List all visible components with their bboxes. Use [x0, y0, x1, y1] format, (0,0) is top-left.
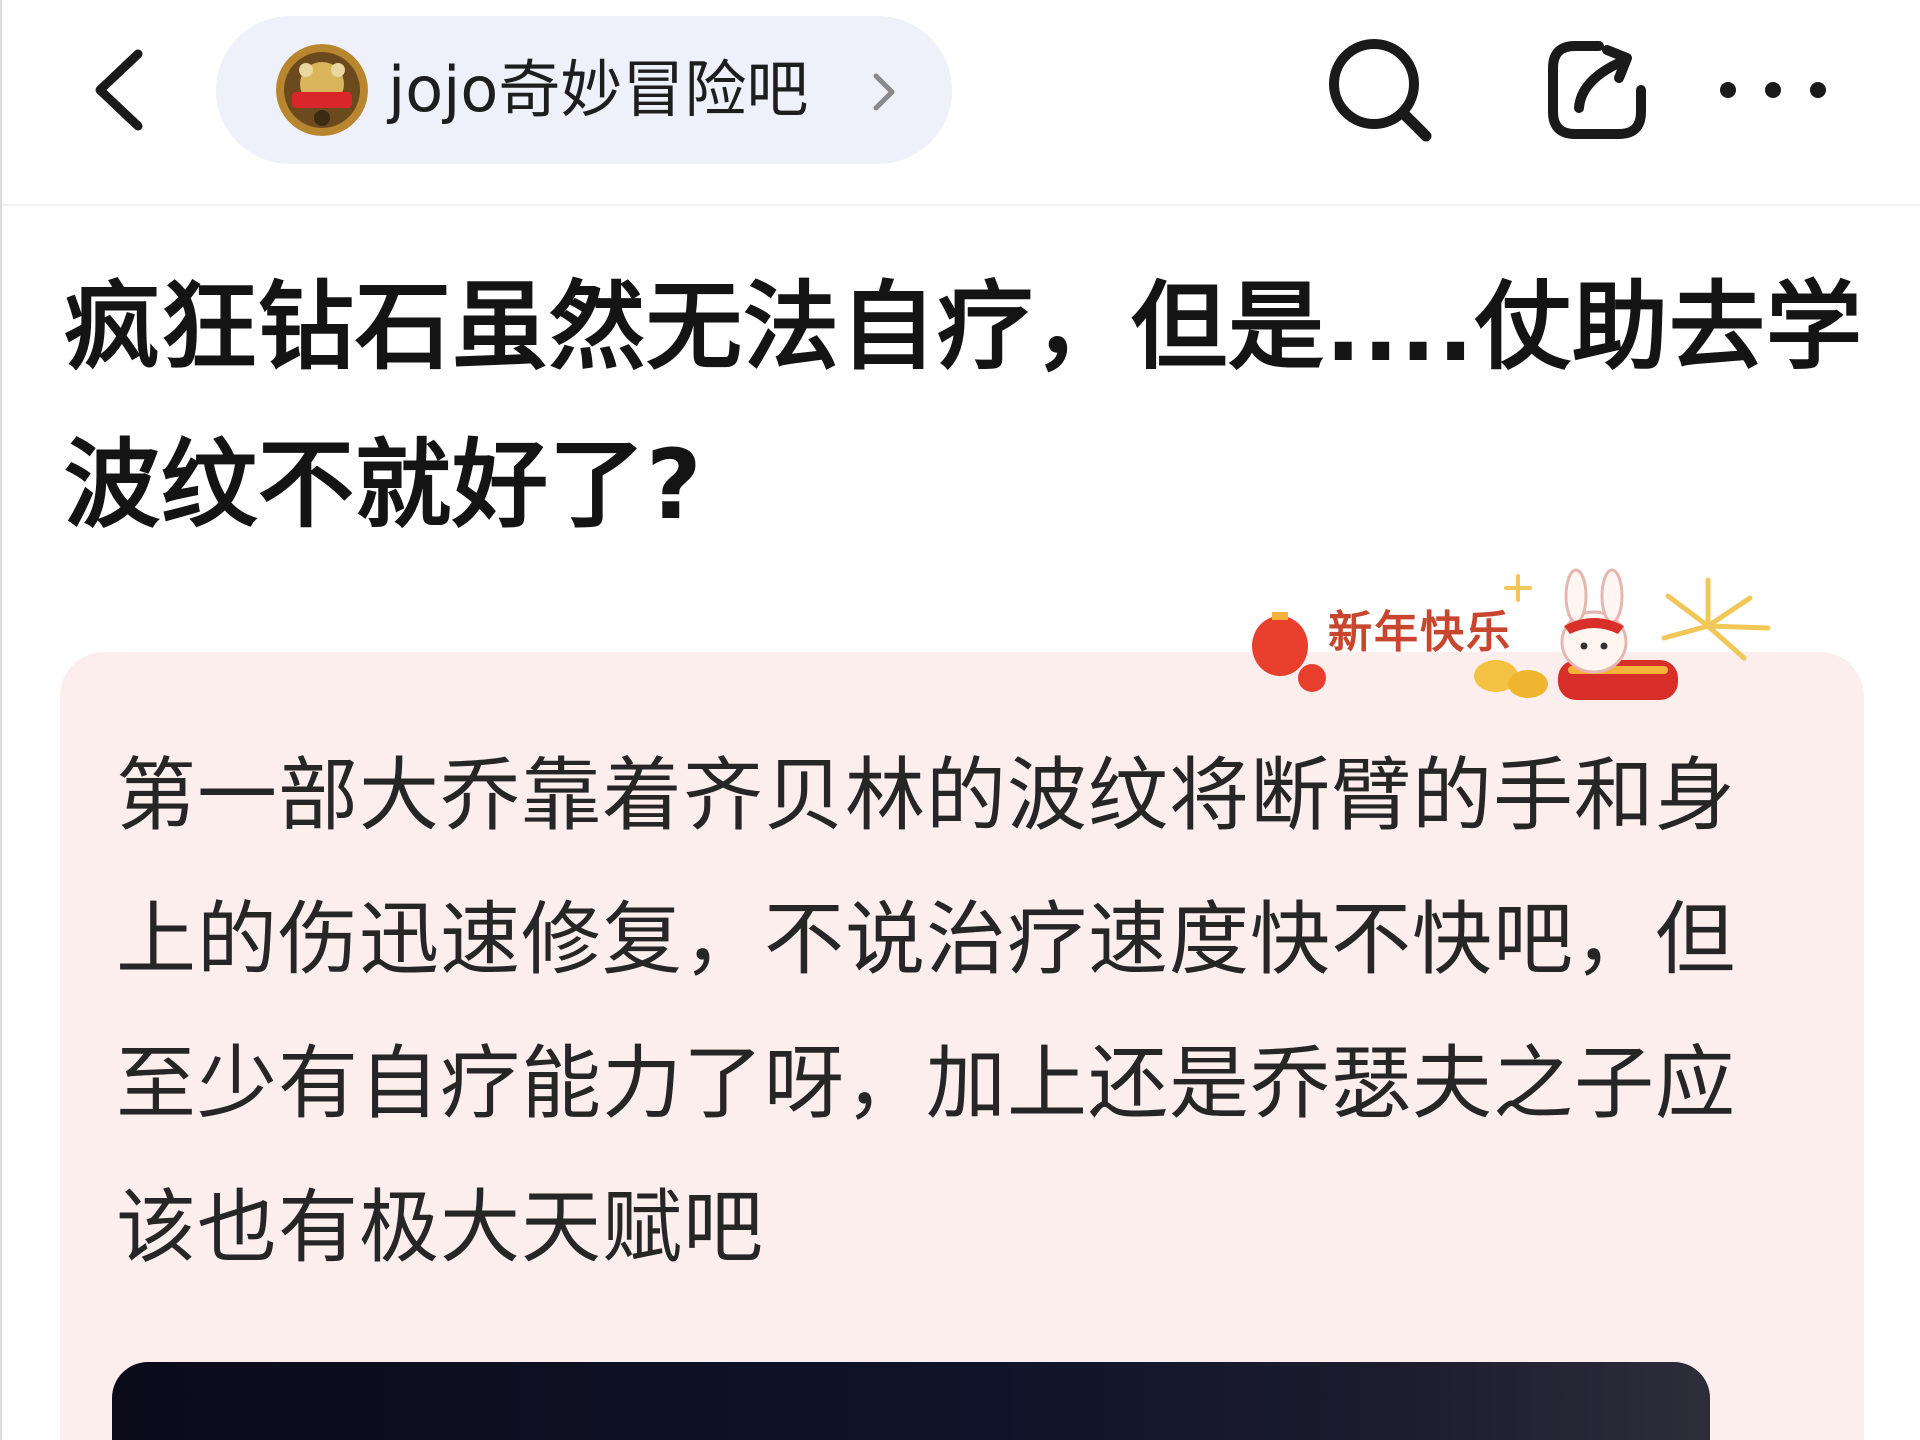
back-button[interactable] — [82, 40, 162, 140]
forum-name: jojo奇妙冒险吧 — [388, 53, 809, 126]
top-navigation-bar: jojo奇妙冒险吧 — [2, 0, 1920, 206]
share-icon — [1548, 41, 1646, 139]
new-year-text: 新年快乐 — [1328, 607, 1512, 658]
post-image[interactable] — [112, 1362, 1710, 1440]
chevron-right-icon — [866, 68, 902, 116]
more-button[interactable] — [1708, 30, 1838, 150]
search-icon — [1329, 39, 1432, 142]
post-body-text: 第一部大乔靠着齐贝林的波纹将断臂的手和身上的伤迅速修复，不说治疗速度快不快吧，但… — [116, 749, 1736, 1274]
post-title: 疯狂钻石虽然无法自疗，但是....仗助去学波纹不就好了? — [64, 271, 1863, 541]
search-button[interactable] — [1320, 30, 1440, 150]
post-page: jojo奇妙冒险吧 疯狂钻石虽然无法自疗，但是....仗助去学波纹不就好了? 新… — [0, 0, 1920, 1440]
new-year-decoration: 新年快乐 — [1238, 566, 1778, 706]
forum-avatar — [276, 44, 368, 136]
more-horizontal-icon — [1720, 82, 1826, 98]
forum-link[interactable]: jojo奇妙冒险吧 — [216, 16, 952, 164]
chevron-left-icon — [95, 49, 143, 131]
share-button[interactable] — [1537, 30, 1657, 150]
